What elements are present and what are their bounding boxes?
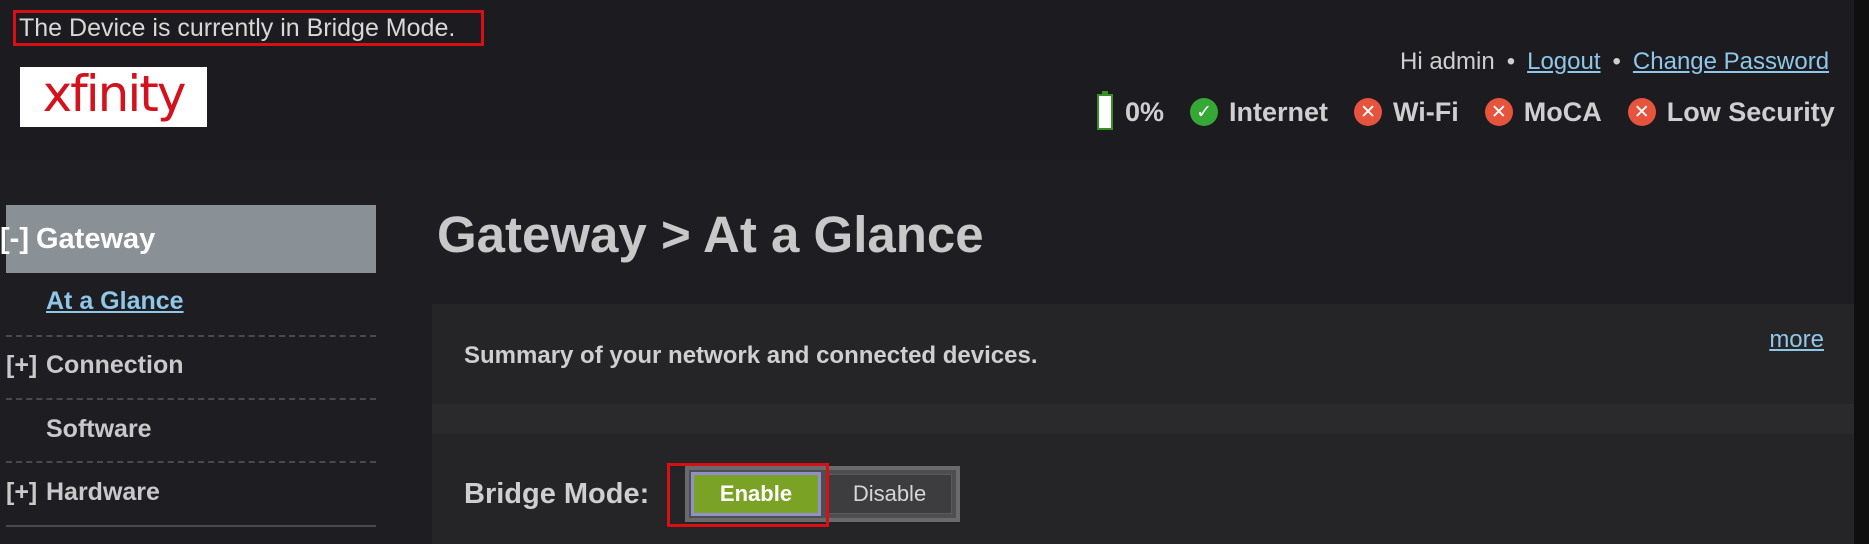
divider <box>6 398 376 400</box>
sidebar-item-label[interactable]: At a Glance <box>46 287 184 316</box>
sidebar-item-label: Hardware <box>46 478 160 506</box>
summary-panel: Summary of your network and connected de… <box>432 304 1854 404</box>
moca-label: MoCA <box>1523 96 1602 127</box>
sidebar-item-label: Software <box>46 415 152 443</box>
x-icon: ✕ <box>1484 98 1513 126</box>
collapse-toggle[interactable]: [-] <box>0 205 29 273</box>
greeting: Hi admin <box>1400 48 1495 75</box>
battery-icon <box>1097 91 1113 130</box>
divider <box>6 461 376 463</box>
sidebar-item-label: Gateway <box>36 223 156 255</box>
wifi-label: Wi-Fi <box>1393 96 1459 127</box>
xfinity-logo[interactable]: xfinity <box>20 67 207 127</box>
disable-button[interactable]: Disable <box>827 474 952 514</box>
change-password-link[interactable]: Change Password <box>1633 48 1829 75</box>
status-bar: 0% ✓ Internet ✕ Wi-Fi ✕ MoCA ✕ Low Secur… <box>1097 91 1861 132</box>
expand-toggle[interactable]: [+] <box>6 478 37 507</box>
expand-toggle[interactable]: [+] <box>6 351 37 380</box>
x-icon: ✕ <box>1627 98 1656 126</box>
internet-label: Internet <box>1229 96 1329 127</box>
bridge-mode-panel: Bridge Mode: Enable Disable <box>432 434 1854 544</box>
header: The Device is currently in Bridge Mode. … <box>0 0 1869 160</box>
divider <box>6 525 376 527</box>
battery-level: 0% <box>1125 96 1165 127</box>
separator: • <box>1506 48 1516 75</box>
summary-text: Summary of your network and connected de… <box>464 342 1038 369</box>
x-icon: ✕ <box>1354 98 1383 126</box>
more-link[interactable]: more <box>1769 326 1824 354</box>
logo-text: xfinity <box>42 65 187 123</box>
checkmark-icon: ✓ <box>1190 98 1219 126</box>
user-line: Hi admin • Logout • Change Password <box>1400 48 1829 76</box>
battery-status[interactable]: 0% <box>1097 91 1165 130</box>
separator: • <box>1612 48 1621 75</box>
page-title: Gateway > At a Glance <box>437 206 984 263</box>
wifi-status[interactable]: ✕ Wi-Fi <box>1354 97 1459 128</box>
security-status[interactable]: ✕ Low Security <box>1627 96 1835 128</box>
panel-spacer <box>432 404 1854 434</box>
moca-status[interactable]: ✕ MoCA <box>1484 96 1602 128</box>
bridge-mode-notice: The Device is currently in Bridge Mode. <box>13 10 484 46</box>
window-edge <box>1854 0 1869 544</box>
sidebar-item-gateway[interactable]: [-] Gateway <box>0 205 376 273</box>
enable-highlight-box <box>667 463 829 527</box>
bridge-mode-label: Bridge Mode: <box>464 478 650 510</box>
divider <box>6 335 376 337</box>
security-label: Low Security <box>1666 96 1835 127</box>
logout-link[interactable]: Logout <box>1527 48 1600 75</box>
sidebar-item-label: Connection <box>46 351 184 379</box>
internet-status[interactable]: ✓ Internet <box>1190 97 1328 128</box>
